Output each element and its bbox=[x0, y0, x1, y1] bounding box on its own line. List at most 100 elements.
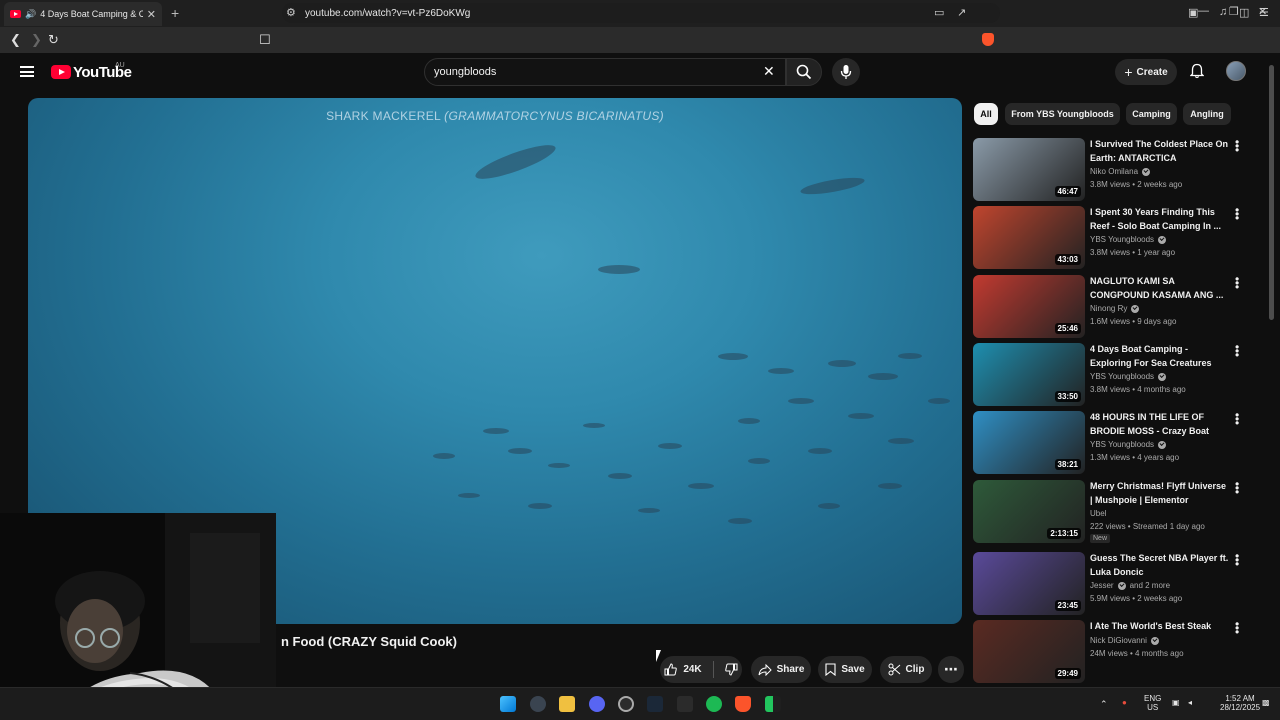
music-icon[interactable]: ♫ bbox=[1219, 6, 1227, 18]
wallet-icon[interactable]: ▣ bbox=[1188, 6, 1198, 19]
scrollbar-thumb[interactable] bbox=[1269, 65, 1274, 320]
browser-tab[interactable]: 🔊 4 Days Boat Camping & Catc ✕ bbox=[4, 2, 162, 26]
kebab-menu-icon[interactable]: • • • bbox=[1235, 409, 1239, 429]
share-button[interactable]: Share bbox=[751, 656, 811, 683]
more-actions-button[interactable]: ⋯ bbox=[938, 656, 964, 683]
brave-browser-icon[interactable] bbox=[735, 696, 751, 712]
thumbnail[interactable]: 29:49 bbox=[973, 620, 1085, 683]
verified-icon bbox=[1150, 636, 1159, 645]
recommendation-item[interactable]: 23:45 Guess The Secret NBA Player ft. Lu… bbox=[973, 550, 1253, 616]
tab-title: 4 Days Boat Camping & Catc bbox=[40, 9, 143, 19]
chip-from-ybs[interactable]: From YBS Youngbloods bbox=[1005, 103, 1120, 125]
discord-icon[interactable] bbox=[589, 696, 605, 712]
chip-angling[interactable]: Angling bbox=[1183, 103, 1231, 125]
rec-title[interactable]: I Ate The World's Best Steak bbox=[1090, 620, 1230, 634]
thumbnail[interactable]: 43:03 bbox=[973, 206, 1085, 269]
restore-icon[interactable]: ❐ bbox=[1229, 5, 1239, 18]
recommendation-item[interactable]: 46:47 I Survived The Coldest Place On Ea… bbox=[973, 136, 1253, 202]
widgets-icon[interactable] bbox=[530, 696, 546, 712]
kebab-menu-icon[interactable]: • • • bbox=[1235, 273, 1239, 293]
file-explorer-icon[interactable] bbox=[559, 696, 575, 712]
verified-icon bbox=[1158, 440, 1167, 449]
fish-shape bbox=[868, 373, 898, 380]
notifications-bell-icon[interactable] bbox=[1190, 63, 1204, 79]
close-tab-icon[interactable]: ✕ bbox=[147, 8, 156, 21]
notifications-tray-icon[interactable]: ▩ bbox=[1262, 698, 1270, 707]
chrome-icon[interactable] bbox=[618, 696, 634, 712]
rec-title[interactable]: Merry Christmas! Flyff Universe | Mushpo… bbox=[1090, 480, 1230, 507]
thumbnail[interactable]: 25:46 bbox=[973, 275, 1085, 338]
minimize-icon[interactable]: — bbox=[1198, 5, 1209, 17]
thumbnail[interactable]: 23:45 bbox=[973, 552, 1085, 615]
voice-search-button[interactable] bbox=[832, 58, 860, 86]
network-icon[interactable]: ▣ bbox=[1172, 698, 1180, 707]
steam-icon[interactable] bbox=[647, 696, 663, 712]
browser-menu-icon[interactable]: ☰ bbox=[1259, 6, 1269, 19]
forward-icon[interactable]: ❯ bbox=[31, 32, 42, 48]
new-tab-icon[interactable]: + bbox=[171, 5, 179, 21]
rec-title[interactable]: Guess The Secret NBA Player ft. Luka Don… bbox=[1090, 552, 1230, 579]
sidebar-icon[interactable]: ◫ bbox=[1239, 6, 1249, 19]
kebab-menu-icon[interactable]: • • • bbox=[1235, 204, 1239, 224]
kebab-menu-icon[interactable]: • • • bbox=[1235, 550, 1239, 570]
search-button[interactable] bbox=[786, 58, 822, 86]
rec-title[interactable]: 4 Days Boat Camping - Exploring For Sea … bbox=[1090, 343, 1230, 370]
mic-tray-icon[interactable]: ● bbox=[1122, 698, 1127, 707]
start-icon[interactable] bbox=[500, 696, 516, 712]
like-button[interactable]: 24K bbox=[664, 663, 702, 676]
terminal-icon[interactable] bbox=[765, 696, 781, 712]
new-badge: New bbox=[1090, 534, 1111, 543]
youtube-logo-icon[interactable] bbox=[51, 65, 71, 79]
recommendation-item[interactable]: 33:50 4 Days Boat Camping - Exploring Fo… bbox=[973, 341, 1253, 407]
rec-channel[interactable]: Nick DiGiovanni bbox=[1090, 636, 1159, 645]
create-button[interactable]: + Create bbox=[1115, 59, 1177, 85]
volume-icon[interactable]: ◂ bbox=[1188, 698, 1192, 707]
thumbnail[interactable]: 46:47 bbox=[973, 138, 1085, 201]
thumbnail[interactable]: 2:13:15 bbox=[973, 480, 1085, 543]
rec-channel[interactable]: Ninong Ry bbox=[1090, 304, 1140, 313]
site-info-icon[interactable]: ⚙ bbox=[286, 6, 296, 19]
kebab-menu-icon[interactable]: • • • bbox=[1235, 478, 1239, 498]
share-page-icon[interactable]: ↗ bbox=[957, 6, 966, 19]
save-button[interactable]: Save bbox=[818, 656, 872, 683]
cast-icon[interactable]: ▭ bbox=[934, 6, 944, 19]
app-icon[interactable] bbox=[677, 696, 693, 712]
reload-icon[interactable]: ↻ bbox=[48, 32, 59, 48]
dislike-button[interactable] bbox=[724, 663, 738, 676]
recommendation-item[interactable]: 43:03 I Spent 30 Years Finding This Reef… bbox=[973, 204, 1253, 270]
clip-button[interactable]: Clip bbox=[880, 656, 932, 683]
tray-chevron-icon[interactable]: ⌃ bbox=[1100, 699, 1108, 710]
recommendation-item[interactable]: 38:21 48 HOURS IN THE LIFE OF BRODIE MOS… bbox=[973, 409, 1253, 475]
rec-channel[interactable]: Ubel bbox=[1090, 509, 1106, 518]
rec-title[interactable]: NAGLUTO KAMI SA CONGPOUND KASAMA ANG ... bbox=[1090, 275, 1230, 302]
rec-title[interactable]: I Spent 30 Years Finding This Reef - Sol… bbox=[1090, 206, 1230, 233]
rec-channel[interactable]: Jesser and 2 more bbox=[1090, 581, 1170, 590]
kebab-menu-icon[interactable]: • • • bbox=[1235, 341, 1239, 361]
recommendation-item[interactable]: 29:49 I Ate The World's Best Steak Nick … bbox=[973, 618, 1253, 684]
thumbnail[interactable]: 38:21 bbox=[973, 411, 1085, 474]
back-icon[interactable]: ❮ bbox=[10, 32, 21, 48]
kebab-menu-icon[interactable]: • • • bbox=[1235, 136, 1239, 156]
rec-channel[interactable]: YBS Youngbloods bbox=[1090, 372, 1167, 381]
windows-taskbar bbox=[0, 687, 1280, 720]
chip-all[interactable]: All bbox=[974, 103, 998, 125]
bookmark-icon[interactable]: ☐ bbox=[259, 32, 271, 48]
brave-shield-icon[interactable] bbox=[982, 33, 994, 46]
clock[interactable]: 1:52 AM 28/12/2025 bbox=[1220, 694, 1260, 712]
rec-title[interactable]: 48 HOURS IN THE LIFE OF BRODIE MOSS - Cr… bbox=[1090, 411, 1230, 438]
kebab-menu-icon[interactable]: • • • bbox=[1235, 618, 1239, 638]
thumbnail[interactable]: 33:50 bbox=[973, 343, 1085, 406]
recommendation-item[interactable]: 2:13:15 Merry Christmas! Flyff Universe … bbox=[973, 478, 1253, 544]
rec-channel[interactable]: YBS Youngbloods bbox=[1090, 440, 1167, 449]
clear-search-icon[interactable]: ✕ bbox=[763, 63, 775, 80]
rec-channel[interactable]: Niko Omilana bbox=[1090, 167, 1151, 176]
avatar[interactable] bbox=[1226, 61, 1246, 81]
rec-channel[interactable]: YBS Youngbloods bbox=[1090, 235, 1167, 244]
language-indicator[interactable]: ENG US bbox=[1144, 694, 1161, 712]
speaker-icon[interactable]: 🔊 bbox=[25, 9, 36, 20]
rec-title[interactable]: I Survived The Coldest Place On Earth: A… bbox=[1090, 138, 1230, 165]
spotify-icon[interactable] bbox=[706, 696, 722, 712]
chip-camping[interactable]: Camping bbox=[1126, 103, 1177, 125]
recommendation-item[interactable]: 25:46 NAGLUTO KAMI SA CONGPOUND KASAMA A… bbox=[973, 273, 1253, 339]
menu-icon[interactable] bbox=[20, 66, 34, 77]
